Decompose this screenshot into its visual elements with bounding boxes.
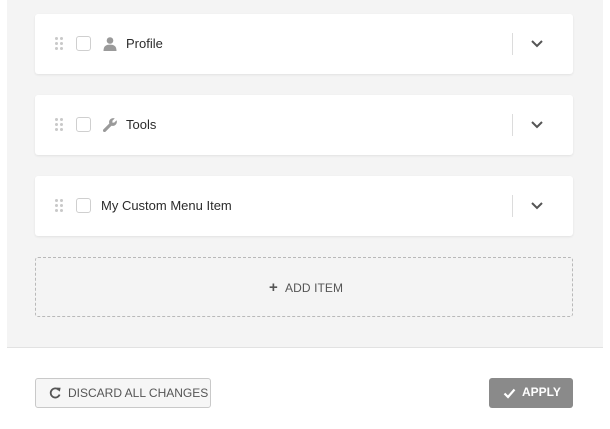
menu-item-tools: Tools [35,95,573,155]
add-item-button[interactable]: + ADD ITEM [35,257,573,317]
divider [512,114,513,136]
refresh-icon [49,387,61,399]
menu-item-custom: My Custom Menu Item [35,176,573,236]
divider [512,33,513,55]
discard-label: DISCARD ALL CHANGES [68,386,209,400]
menu-item-label: Tools [126,117,157,132]
divider [512,195,513,217]
chevron-down-icon[interactable] [529,37,545,51]
chevron-down-icon[interactable] [529,199,545,213]
menu-item-checkbox[interactable] [76,117,91,132]
menu-item-label: My Custom Menu Item [101,198,232,213]
check-icon [503,388,516,399]
user-icon [103,37,117,51]
drag-handle-icon[interactable] [55,199,65,213]
drag-handle-icon[interactable] [55,118,65,132]
menu-item-label: Profile [126,36,163,51]
menu-items-panel: Profile Tools My Custom Menu Item + ADD … [7,0,603,348]
discard-all-changes-button[interactable]: DISCARD ALL CHANGES [35,378,211,408]
menu-item-checkbox[interactable] [76,36,91,51]
drag-handle-icon[interactable] [55,37,65,51]
chevron-down-icon[interactable] [529,118,545,132]
wrench-icon [102,118,117,133]
menu-item-checkbox[interactable] [76,198,91,213]
plus-icon: + [269,279,278,296]
menu-item-profile: Profile [35,14,573,74]
apply-button[interactable]: APPLY [489,378,573,408]
add-item-label: ADD ITEM [285,281,344,295]
apply-label: APPLY [522,385,561,399]
